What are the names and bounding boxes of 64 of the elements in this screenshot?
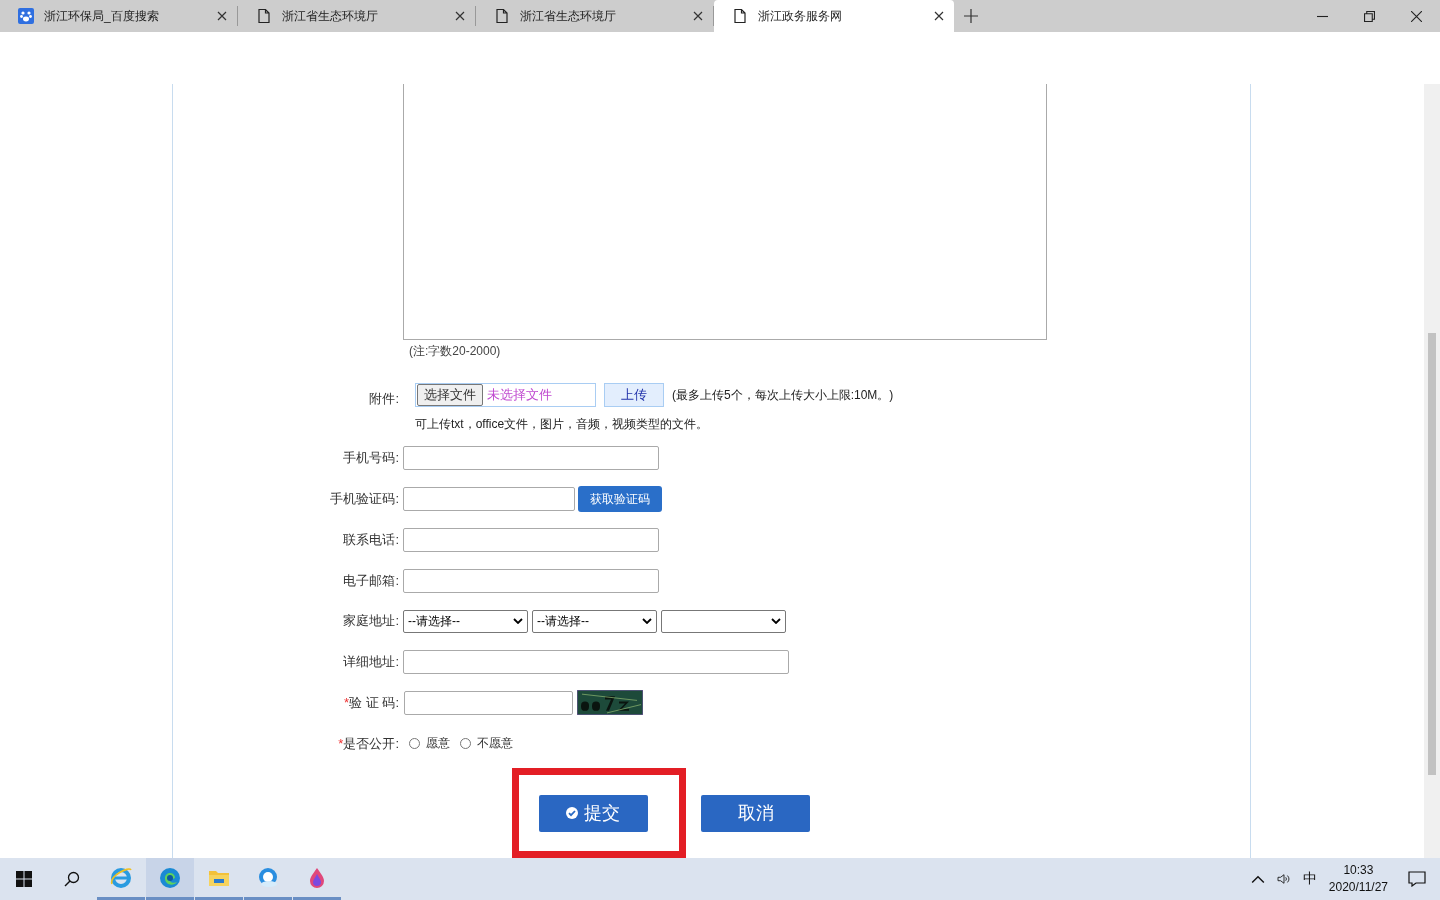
browser-e-icon[interactable] xyxy=(109,865,133,890)
tab-title: 浙江省生态环境厅 xyxy=(282,7,379,25)
input-field[interactable] xyxy=(403,446,659,471)
select-dropdown[interactable]: --请选择-- xyxy=(532,609,657,633)
radio-label: 不愿意 xyxy=(477,735,513,753)
windows-start-icon[interactable] xyxy=(16,871,32,887)
get-code-button[interactable]: 获取验证码 xyxy=(578,486,662,513)
close-icon[interactable] xyxy=(217,11,227,21)
restore-icon[interactable] xyxy=(1364,10,1375,22)
field-label: *验 证 码: xyxy=(343,693,399,712)
browser-tab[interactable]: 浙江环保局_百度搜索 xyxy=(0,6,238,26)
scrollbar[interactable] xyxy=(1424,84,1440,858)
input-method-indicator[interactable]: 中 xyxy=(1302,870,1317,888)
file-types-note: 可上传txt，office文件，图片，音频，视频类型的文件。 xyxy=(415,416,709,433)
field-label: 家庭地址: xyxy=(342,612,399,631)
input-field[interactable] xyxy=(403,487,575,512)
clock-time: 10:33 xyxy=(1343,862,1374,879)
field-label: 详细地址: xyxy=(342,653,399,672)
length-note: (注:字数20-2000) xyxy=(409,343,501,360)
upload-limit-note: (最多上传5个，每次上传大小上限:10M。) xyxy=(672,386,894,404)
radio-button[interactable] xyxy=(460,738,471,750)
notification-icon[interactable] xyxy=(1408,871,1426,887)
field-label: 手机号码: xyxy=(342,449,399,468)
check-circle-icon xyxy=(566,807,578,819)
clock-date: 2020/11/27 xyxy=(1328,879,1388,896)
file-input[interactable]: 选择文件 未选择文件 xyxy=(415,383,596,407)
plus-icon[interactable] xyxy=(964,9,978,23)
globe-icon[interactable] xyxy=(256,865,280,890)
field-label: 附件: xyxy=(368,390,399,408)
input-field[interactable] xyxy=(403,568,659,593)
select-dropdown[interactable] xyxy=(661,609,786,633)
close-icon[interactable] xyxy=(693,11,703,21)
close-icon[interactable] xyxy=(934,11,944,21)
browser-tab[interactable]: 浙江省生态环境厅 xyxy=(238,6,476,26)
paw-icon xyxy=(18,8,34,24)
caret-up-icon[interactable] xyxy=(1250,873,1265,885)
radio-button[interactable] xyxy=(409,738,420,750)
chevron-down-icon xyxy=(771,618,781,625)
search-icon[interactable] xyxy=(64,871,80,887)
tab-title: 浙江环保局_百度搜索 xyxy=(44,7,160,25)
browser-tab[interactable]: 浙江政务服务网 xyxy=(714,0,954,32)
input-field[interactable] xyxy=(403,650,789,675)
input-field[interactable] xyxy=(403,527,659,552)
input-field[interactable] xyxy=(404,690,573,715)
page-icon xyxy=(732,8,748,24)
tab-title: 浙江政务服务网 xyxy=(758,7,843,25)
speaker-icon[interactable] xyxy=(1276,873,1291,885)
browser-wave-icon[interactable] xyxy=(158,865,182,890)
upload-button[interactable]: 上传 xyxy=(604,383,664,407)
page-icon xyxy=(494,8,510,24)
field-label: *是否公开: xyxy=(337,734,399,753)
chevron-down-icon xyxy=(513,618,523,625)
close-icon[interactable] xyxy=(455,11,465,21)
page-icon xyxy=(256,8,272,24)
chevron-down-icon xyxy=(642,618,652,625)
submit-button[interactable]: 提交 xyxy=(538,794,648,832)
cancel-button[interactable]: 取消 xyxy=(701,794,810,832)
field-label: 手机验证码: xyxy=(329,490,399,509)
close-icon[interactable] xyxy=(1411,10,1422,22)
field-label: 电子邮箱: xyxy=(342,571,399,590)
radio-label: 愿意 xyxy=(426,735,450,753)
select-dropdown[interactable]: --请选择-- xyxy=(403,609,528,633)
field-label: 联系电话: xyxy=(342,530,399,549)
tab-title: 浙江省生态环境厅 xyxy=(520,7,617,25)
